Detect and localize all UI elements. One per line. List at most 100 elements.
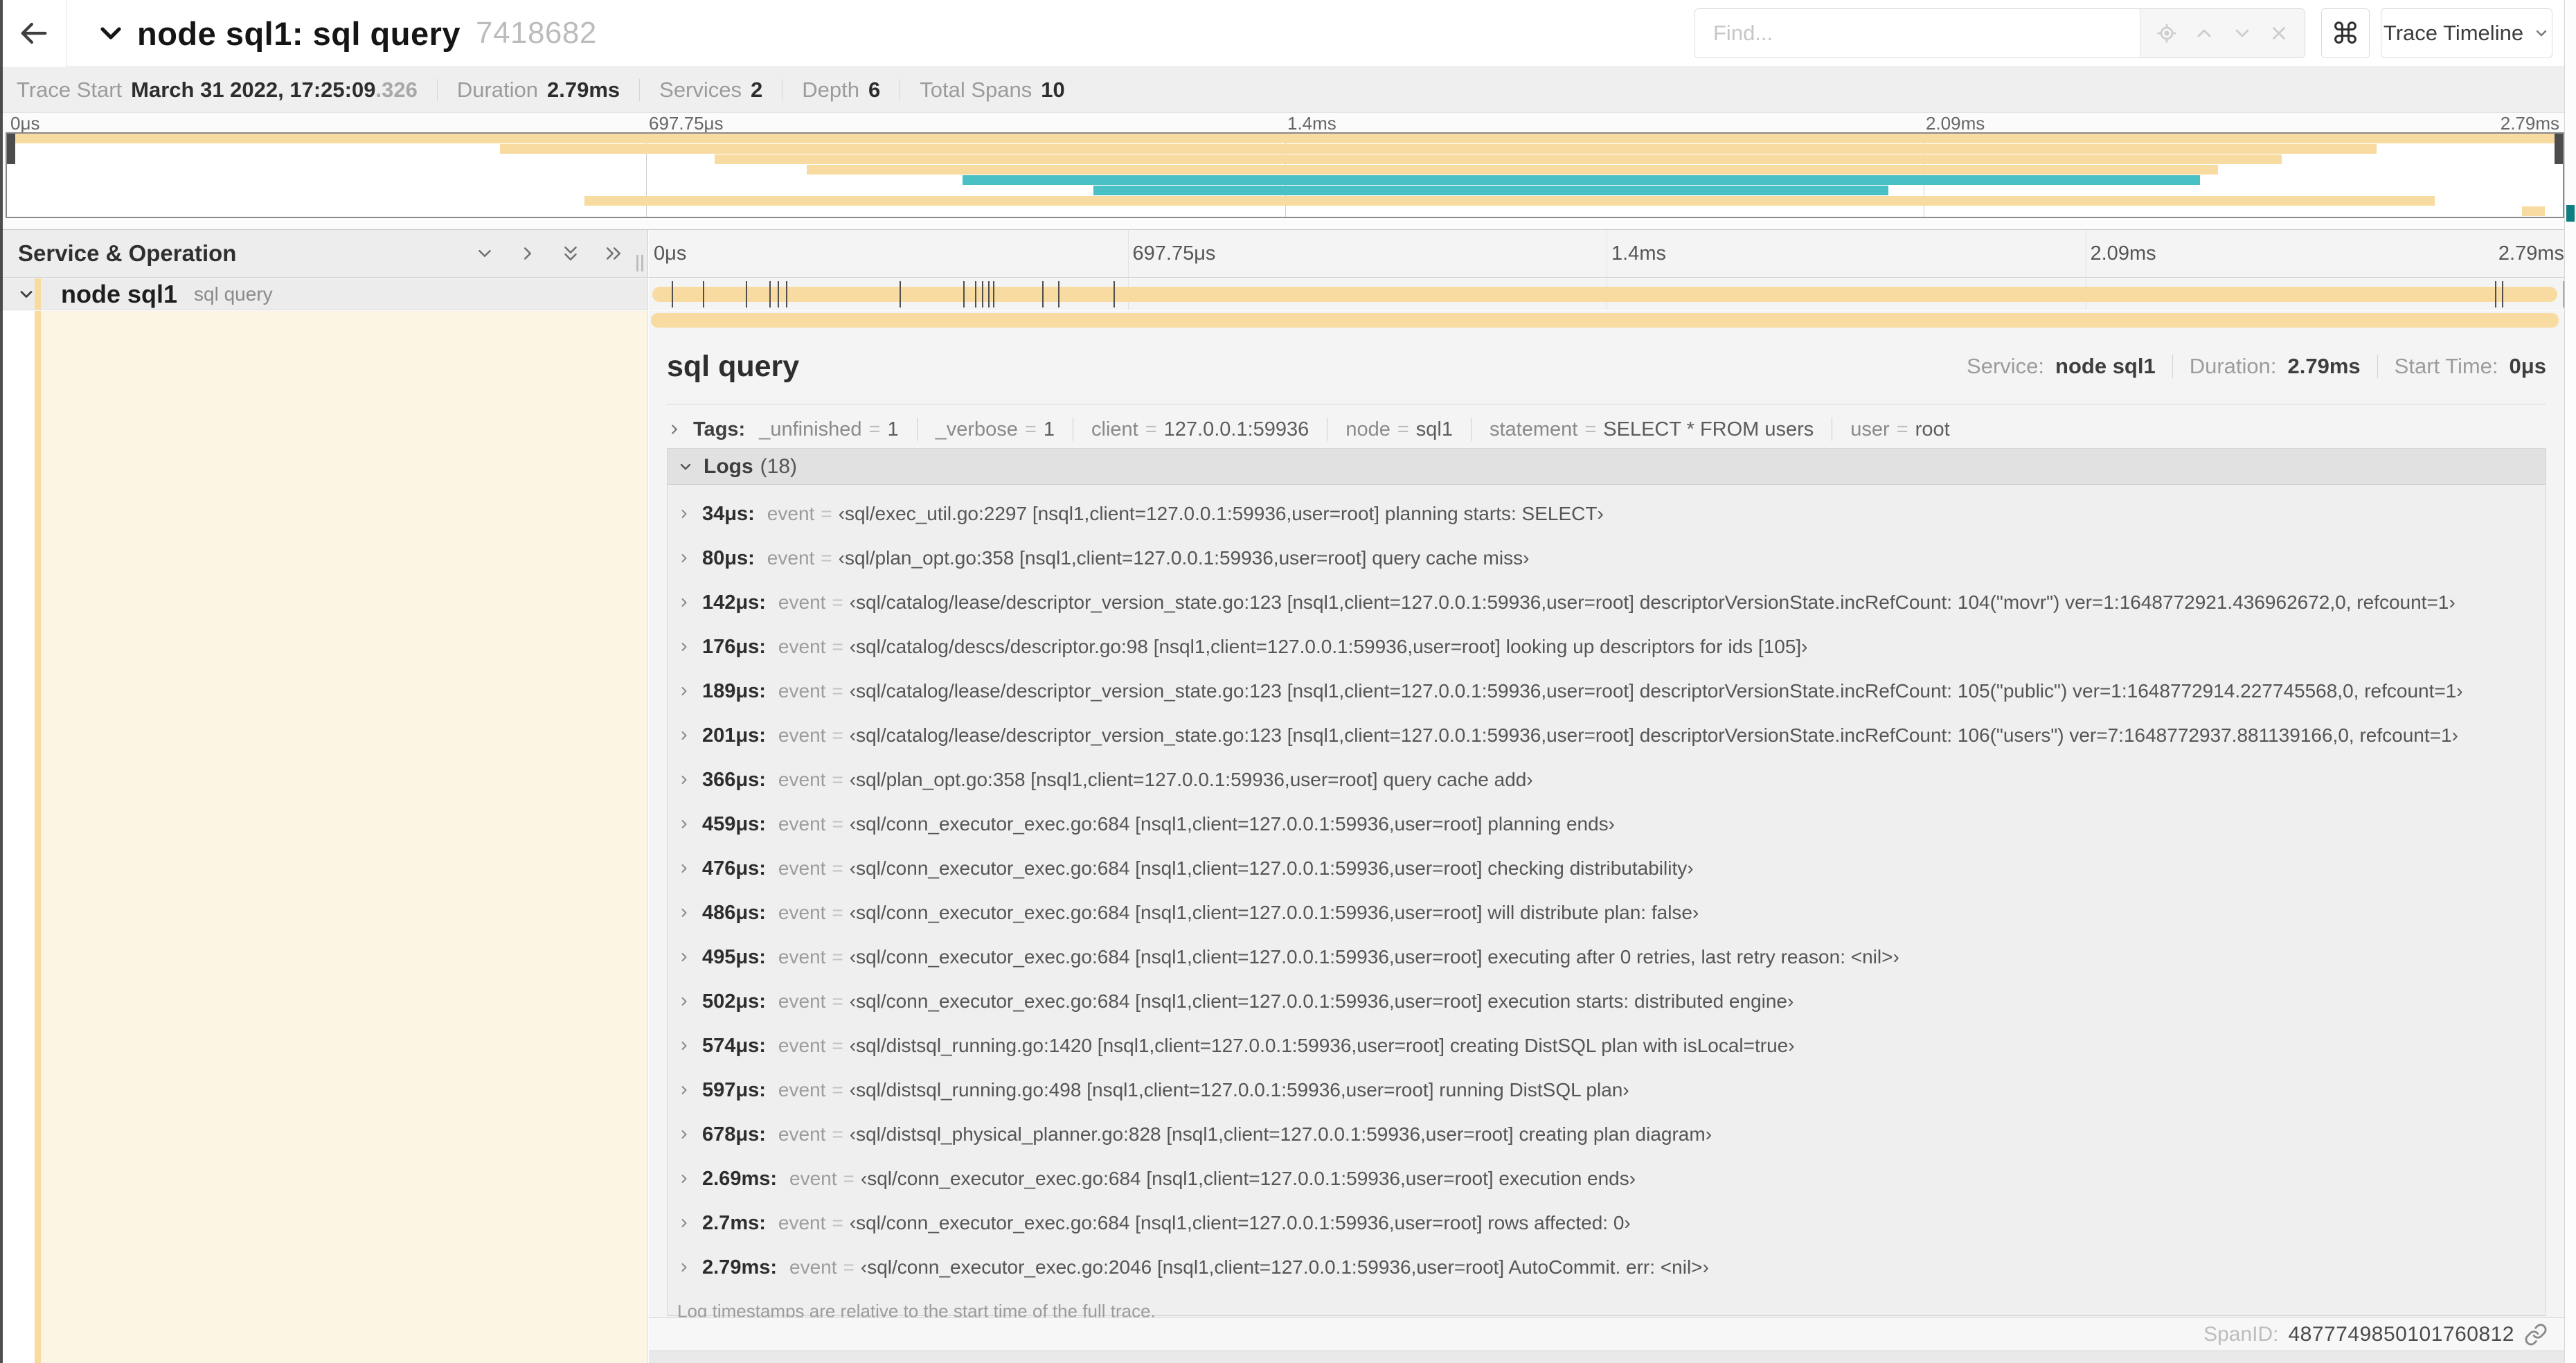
tag-key: node: [1345, 418, 1390, 440]
minimap-left-scrubber[interactable]: [7, 134, 15, 164]
collapse-all-icon[interactable]: [560, 243, 581, 264]
log-row[interactable]: 2.69ms: event = ‹sql/conn_executor_exec.…: [668, 1157, 2546, 1201]
log-timestamp: 597μs:: [702, 1078, 766, 1101]
service-color-strip: [35, 311, 41, 1363]
log-row[interactable]: 2.7ms: event = ‹sql/conn_executor_exec.g…: [668, 1201, 2546, 1245]
window-left-edge: [0, 0, 3, 1363]
equals-sign: =: [832, 636, 843, 657]
log-row[interactable]: 476μs: event = ‹sql/conn_executor_exec.g…: [668, 846, 2546, 891]
logs-header[interactable]: Logs (18): [668, 449, 2546, 485]
log-key: event: [778, 1079, 826, 1101]
log-value: ‹sql/distsql_running.go:1420 [nsql1,clie…: [849, 1035, 1795, 1056]
find-prev-icon[interactable]: [2193, 22, 2215, 44]
log-row[interactable]: 574μs: event = ‹sql/distsql_running.go:1…: [668, 1024, 2546, 1068]
log-row[interactable]: 80μs: event = ‹sql/plan_opt.go:358 [nsql…: [668, 536, 2546, 580]
log-key: event: [778, 724, 826, 746]
equals-sign: =: [832, 990, 843, 1012]
tag-key: _unfinished: [759, 418, 862, 440]
log-row[interactable]: 678μs: event = ‹sql/distsql_physical_pla…: [668, 1112, 2546, 1157]
log-row[interactable]: 459μs: event = ‹sql/conn_executor_exec.g…: [668, 802, 2546, 846]
log-value: ‹sql/exec_util.go:2297 [nsql1,client=127…: [838, 503, 1604, 524]
log-row[interactable]: 34μs: event = ‹sql/exec_util.go:2297 [ns…: [668, 492, 2546, 536]
trace-start-label: Trace Start: [17, 77, 123, 102]
logs-label: Logs: [704, 454, 753, 478]
trace-collapse-toggle[interactable]: [94, 17, 127, 50]
services-label: Services: [659, 77, 742, 102]
detail-span-bar[interactable]: [651, 313, 2559, 328]
log-marker-tick: [899, 281, 901, 308]
log-row[interactable]: 189μs: event = ‹sql/catalog/lease/descri…: [668, 669, 2546, 713]
timeline-ruler: 0μs 697.75μs 1.4ms 2.09ms 2.79ms: [649, 230, 2564, 277]
view-selector-label: Trace Timeline: [2383, 21, 2524, 45]
locate-icon[interactable]: [2156, 22, 2178, 44]
tag-key: user: [1850, 418, 1890, 440]
log-timestamp: 476μs:: [702, 857, 766, 880]
tags-row[interactable]: Tags: _unfinished = 1 _verbose = 1 client = 127.…: [667, 411, 2546, 448]
detail-operation-title: sql query: [667, 349, 800, 383]
row-collapse-toggle[interactable]: [17, 285, 36, 304]
service-value: node sql1: [2055, 354, 2156, 378]
tag-value: root: [1915, 418, 1950, 440]
trace-minimap[interactable]: [6, 132, 2564, 218]
page-title: node sql1: sql query 7418682: [137, 0, 597, 66]
services-value: 2: [751, 77, 763, 102]
log-row[interactable]: 502μs: event = ‹sql/conn_executor_exec.g…: [668, 979, 2546, 1024]
chevron-right-icon: [681, 598, 687, 607]
span-id-value: 4877749850101760812: [2288, 1322, 2514, 1346]
total-spans-value: 10: [1041, 77, 1065, 102]
column-resize-grip[interactable]: [636, 255, 643, 271]
log-row[interactable]: 495μs: event = ‹sql/conn_executor_exec.g…: [668, 935, 2546, 979]
trace-name: node sql1: sql query: [137, 15, 461, 52]
log-row[interactable]: 2.79ms: event = ‹sql/conn_executor_exec.…: [668, 1245, 2546, 1290]
log-marker-tick: [745, 281, 747, 308]
log-value: ‹sql/conn_executor_exec.go:2046 [nsql1,c…: [860, 1256, 1709, 1278]
ruler-tick-label: 0μs: [654, 242, 687, 265]
equals-sign: =: [1397, 418, 1409, 440]
log-row[interactable]: 201μs: event = ‹sql/catalog/lease/descri…: [668, 713, 2546, 758]
equals-sign: =: [832, 946, 843, 968]
divider: [916, 418, 918, 441]
scrollbar-mark: [2566, 205, 2575, 222]
keyboard-shortcuts-button[interactable]: ⌘: [2321, 8, 2370, 58]
log-row[interactable]: 142μs: event = ‹sql/catalog/lease/descri…: [668, 580, 2546, 625]
log-row[interactable]: 486μs: event = ‹sql/conn_executor_exec.g…: [668, 891, 2546, 935]
service-operation-header: Service & Operation: [0, 230, 648, 277]
span-detail-section: sql query Service: node sql1 Duration: 2.7…: [0, 311, 2564, 1363]
minimap-right-scrubber[interactable]: [2555, 134, 2563, 164]
log-row[interactable]: 597μs: event = ‹sql/distsql_running.go:4…: [668, 1068, 2546, 1112]
log-row[interactable]: 366μs: event = ‹sql/plan_opt.go:358 [nsq…: [668, 758, 2546, 802]
span-duration-bar[interactable]: [652, 287, 2557, 302]
chevron-right-icon: [681, 1130, 687, 1139]
log-timestamp: 574μs:: [702, 1034, 766, 1057]
chevron-right-icon: [681, 731, 687, 740]
span-row-name-column[interactable]: node sql1 sql query: [0, 278, 648, 310]
tag-value: 1: [887, 418, 899, 440]
minimap-span-bar: [500, 144, 2377, 154]
collapse-one-icon[interactable]: [474, 243, 495, 264]
tag-item: client = 127.0.0.1:59936: [1091, 418, 1309, 441]
divider: [1470, 418, 1472, 441]
log-value: ‹sql/plan_opt.go:358 [nsql1,client=127.0…: [849, 769, 1533, 790]
service-name: node sql1: [61, 279, 178, 308]
span-row-timeline[interactable]: [649, 278, 2564, 310]
trace-view-selector[interactable]: Trace Timeline: [2381, 8, 2552, 58]
chevron-right-icon: [681, 1086, 687, 1094]
log-row[interactable]: 176μs: event = ‹sql/catalog/descs/descri…: [668, 625, 2546, 669]
find-next-icon[interactable]: [2231, 22, 2253, 44]
equals-sign: =: [843, 1168, 855, 1189]
ruler-tick-label: 697.75μs: [1132, 242, 1216, 265]
log-key: event: [778, 990, 826, 1012]
equals-sign: =: [1145, 418, 1157, 440]
log-key: event: [778, 1123, 826, 1145]
expand-all-icon[interactable]: [603, 243, 624, 264]
tag-item: node = sql1: [1345, 418, 1453, 441]
clear-find-icon[interactable]: [2269, 23, 2289, 44]
span-row[interactable]: node sql1 sql query: [0, 278, 2564, 310]
expand-one-icon[interactable]: [517, 243, 538, 264]
duration-value: 2.79ms: [2287, 354, 2361, 378]
trace-start-value: March 31 2022, 17:25:09: [131, 77, 376, 102]
link-icon[interactable]: [2524, 1323, 2548, 1346]
vertical-scrollbar[interactable]: [2564, 0, 2576, 1363]
find-input[interactable]: [1695, 9, 2140, 57]
back-button[interactable]: [0, 0, 66, 66]
